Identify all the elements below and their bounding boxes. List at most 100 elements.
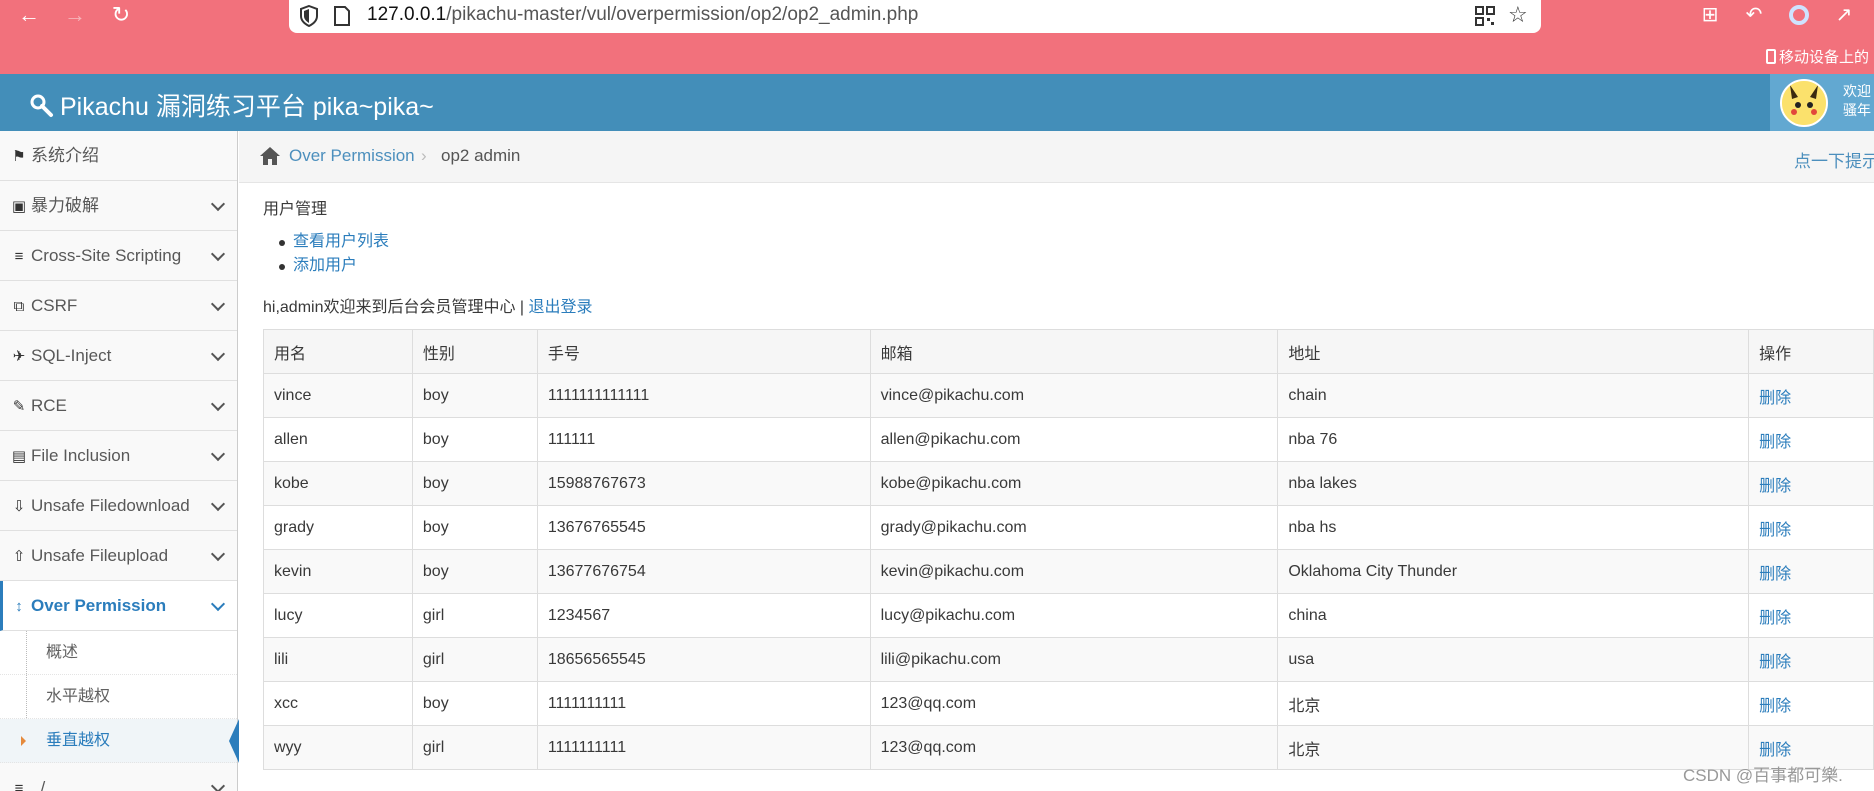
column-header-address: 地址 — [1277, 329, 1750, 374]
brand-title[interactable]: Pikachu 漏洞练习平台 pika~pika~ — [30, 87, 434, 123]
file-icon: ▤ — [11, 448, 27, 465]
list-icon: ≡ — [14, 780, 24, 791]
address-bar[interactable]: 127.0.0.1/pikachu-master/vul/overpermiss… — [289, 0, 1541, 33]
delete-link[interactable]: 删除 — [1748, 593, 1874, 638]
qr-code-icon[interactable] — [1475, 6, 1495, 26]
column-header-email: 邮箱 — [869, 329, 1279, 374]
add-user-link[interactable]: 添加用户 — [279, 254, 389, 278]
download-icon: ⇩ — [12, 498, 26, 515]
cell-gender: boy — [411, 373, 538, 418]
share-out-icon[interactable]: ↗ — [1831, 2, 1857, 28]
shield-icon — [300, 5, 318, 27]
user-greeting: 欢迎 骚年 — [1843, 83, 1871, 118]
sidebar-item-over-permission[interactable]: ↕ Over Permission — [0, 581, 237, 631]
wrench-icon — [30, 94, 53, 117]
cell-address: nba hs — [1277, 505, 1750, 550]
watermark: CSDN @百事都可樂. — [1683, 766, 1843, 785]
delete-link[interactable]: 删除 — [1748, 417, 1874, 462]
sidebar-item-unsafe-filedownload[interactable]: ⇩ Unsafe Filedownload — [0, 481, 237, 531]
delete-link[interactable]: 删除 — [1748, 505, 1874, 550]
table-row: grady boy 13676765545 grady@pikachu.com nba … — [263, 505, 1874, 550]
chevron-down-icon — [210, 346, 226, 362]
sidebar-item-brute-force[interactable]: ▣ 暴力破解 — [0, 181, 237, 231]
mobile-bookmarks[interactable]: 移动设备上的 — [1766, 46, 1869, 67]
cell-phone: 15988767673 — [536, 461, 871, 506]
forward-icon[interactable]: → — [60, 2, 90, 28]
cell-email: 123@qq.com — [869, 681, 1279, 726]
table-row: kevin boy 13677676754 kevin@pikachu.com Okla… — [263, 549, 1874, 594]
cell-gender: boy — [411, 549, 538, 594]
breadcrumb-link-section[interactable]: Over Permission — [289, 146, 415, 166]
upload-icon: ⇧ — [12, 548, 26, 565]
cell-address: china — [1277, 593, 1750, 638]
logout-link[interactable]: 退出登录 — [529, 299, 593, 316]
avatar — [1780, 79, 1828, 127]
table-row: xcc boy 1111111111 123@qq.com 北京 删除 — [263, 681, 1874, 726]
cell-email: 123@qq.com — [869, 725, 1279, 770]
url-text[interactable]: 127.0.0.1/pikachu-master/vul/overpermiss… — [367, 4, 918, 26]
delete-link[interactable]: 删除 — [1748, 461, 1874, 506]
hint-link[interactable]: 点一下提示 — [1794, 147, 1874, 172]
sidebar-item-unsafe-fileupload[interactable]: ⇧ Unsafe Fileupload — [0, 531, 237, 581]
cell-gender: girl — [411, 593, 538, 638]
cell-gender: boy — [411, 681, 538, 726]
user-menu[interactable]: 欢迎 骚年 — [1770, 74, 1874, 131]
sidebar-item-xss[interactable]: ≡ Cross-Site Scripting — [0, 231, 237, 281]
cell-username: allen — [263, 417, 413, 462]
table-row: kobe boy 15988767673 kobe@pikachu.com nba la… — [263, 461, 1874, 506]
cell-address: usa — [1277, 637, 1750, 682]
sidebar-subitem-overview[interactable]: 概述 — [0, 631, 237, 675]
chevron-down-icon — [210, 296, 226, 312]
sidebar-item-next[interactable]: ≡ ../.. — [0, 763, 237, 791]
table-body: vince boy 1111111111111 vince@pikachu.com ch… — [263, 373, 1874, 770]
delete-link[interactable]: 删除 — [1748, 681, 1874, 726]
home-icon[interactable] — [259, 146, 281, 166]
sidebar-subitem-horizontal[interactable]: 水平越权 — [0, 675, 237, 719]
crop-icon[interactable]: ⊞ — [1697, 2, 1723, 28]
table-header-row: 用名 性别 手号 邮箱 地址 操作 — [263, 329, 1874, 374]
view-user-list-link[interactable]: 查看用户列表 — [279, 230, 389, 254]
cell-email: lucy@pikachu.com — [869, 593, 1279, 638]
sidebar-item-sql-inject[interactable]: ✈ SQL-Inject — [0, 331, 237, 381]
cell-email: grady@pikachu.com — [869, 505, 1279, 550]
chevron-down-icon — [210, 246, 226, 262]
column-header-action: 操作 — [1748, 329, 1874, 374]
cell-email: kobe@pikachu.com — [869, 461, 1279, 506]
sidebar-item-csrf[interactable]: ⧉ CSRF — [0, 281, 237, 331]
delete-link[interactable]: 删除 — [1748, 373, 1874, 418]
chevron-down-icon — [210, 496, 226, 512]
cell-username: xcc — [263, 681, 413, 726]
tag-icon: ⚑ — [12, 148, 26, 165]
cell-gender: boy — [411, 417, 538, 462]
reload-icon[interactable]: ↻ — [106, 2, 136, 28]
extension-circle-icon[interactable] — [1786, 2, 1812, 28]
cell-gender: girl — [411, 637, 538, 682]
cell-email: allen@pikachu.com — [869, 417, 1279, 462]
sidebar: ⚑ 系统介绍 ▣ 暴力破解 ≡ Cross-Site Scripting ⧉ CSRF … — [0, 131, 239, 791]
bookmark-star-icon[interactable]: ☆ — [1508, 2, 1528, 28]
cell-gender: girl — [411, 725, 538, 770]
sidebar-item-rce[interactable]: ✎ RCE — [0, 381, 237, 431]
cell-email: kevin@pikachu.com — [869, 549, 1279, 594]
delete-link[interactable]: 删除 — [1748, 549, 1874, 594]
text-height-icon: ↕ — [15, 598, 23, 615]
table-row: lucy girl 1234567 lucy@pikachu.com china 删除 — [263, 593, 1874, 638]
undo-icon[interactable]: ↶ — [1741, 2, 1767, 28]
welcome-message: hi,admin欢迎来到后台会员管理中心 | 退出登录 — [263, 299, 593, 316]
section-title: 用户管理 — [263, 201, 328, 218]
sidebar-item-file-inclusion[interactable]: ▤ File Inclusion — [0, 431, 237, 481]
lock-icon: ▣ — [11, 198, 27, 215]
cell-phone: 13676765545 — [536, 505, 871, 550]
breadcrumb-separator-icon: › — [421, 146, 427, 165]
page-icon — [334, 6, 350, 26]
cell-username: grady — [263, 505, 413, 550]
share-icon: ⧉ — [13, 298, 25, 315]
admin-menu: 查看用户列表 添加用户 — [279, 230, 389, 278]
back-icon[interactable]: ← — [14, 2, 44, 28]
cell-gender: boy — [411, 461, 538, 506]
sidebar-item-intro[interactable]: ⚑ 系统介绍 — [0, 131, 237, 181]
cell-username: lucy — [263, 593, 413, 638]
sidebar-subitem-vertical[interactable]: 垂直越权 — [0, 719, 239, 763]
delete-link[interactable]: 删除 — [1748, 637, 1874, 682]
mobile-phone-icon — [1766, 49, 1776, 64]
